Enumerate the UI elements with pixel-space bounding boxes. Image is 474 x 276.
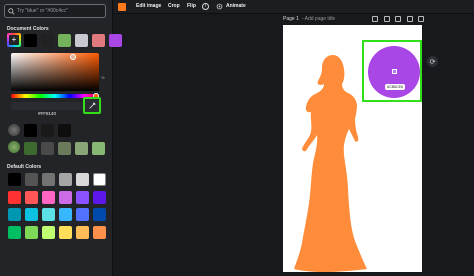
default-color-swatch[interactable]: [8, 190, 21, 204]
add-page-icon[interactable]: [418, 16, 424, 22]
document-color-swatch[interactable]: [75, 34, 88, 47]
saturation-knob[interactable]: [70, 54, 76, 60]
duplicate-page-icon[interactable]: [395, 16, 401, 22]
woman-silhouette-image[interactable]: [293, 53, 368, 273]
animate-icon[interactable]: [216, 3, 223, 10]
photo-thumbnail[interactable]: [8, 124, 20, 136]
default-color-swatch[interactable]: [25, 190, 38, 204]
default-color-swatch[interactable]: [25, 173, 38, 186]
default-colors-title: Default Colors: [7, 164, 42, 170]
add-page-title[interactable]: - Add page title: [302, 16, 335, 22]
refresh-icon[interactable]: ⟳: [427, 56, 438, 67]
default-color-swatch[interactable]: [59, 173, 72, 186]
hide-page-icon[interactable]: [372, 16, 378, 22]
default-color-swatch[interactable]: [76, 225, 89, 239]
eyedropper-target-knob[interactable]: [392, 69, 397, 74]
saturation-brightness-area[interactable]: [11, 53, 99, 91]
document-color-swatch[interactable]: [109, 34, 122, 47]
photo-color-swatch[interactable]: [58, 142, 71, 155]
sampled-color-label: #CB6CE6: [385, 84, 405, 90]
eyedropper-button[interactable]: [83, 97, 101, 114]
delete-page-icon[interactable]: [406, 16, 413, 22]
document-colors-title: Document Colors: [7, 26, 49, 32]
default-color-swatch[interactable]: [42, 173, 55, 186]
selected-element-frame[interactable]: #CB6CE6: [362, 40, 422, 102]
default-color-swatch[interactable]: [42, 190, 55, 204]
default-color-swatch[interactable]: [93, 208, 106, 221]
page-number: Page 1: [283, 16, 299, 22]
default-color-swatch[interactable]: [59, 225, 72, 239]
default-color-swatch[interactable]: [59, 208, 72, 221]
photo-color-swatch[interactable]: [92, 142, 105, 155]
hue-percent-label: %: [101, 75, 105, 80]
info-icon[interactable]: i: [202, 3, 209, 10]
default-color-swatch[interactable]: [93, 190, 106, 204]
plus-icon: +: [9, 35, 19, 45]
color-panel: Document Colors + % Default Colors: [0, 0, 122, 276]
photo-color-swatch[interactable]: [24, 142, 37, 155]
default-color-swatch[interactable]: [8, 173, 21, 186]
flip-button[interactable]: Flip: [187, 3, 196, 9]
color-search-input[interactable]: [17, 6, 105, 16]
edit-image-button[interactable]: Edit image: [136, 3, 161, 9]
photo-color-swatch[interactable]: [24, 124, 37, 137]
animate-button[interactable]: Animate: [226, 3, 246, 9]
default-color-swatch[interactable]: [93, 173, 106, 186]
document-color-swatch[interactable]: [92, 34, 105, 47]
photo-color-swatch[interactable]: [58, 124, 71, 137]
photo-color-swatch[interactable]: [75, 142, 88, 155]
add-color-button[interactable]: +: [7, 33, 21, 47]
document-color-swatch[interactable]: [58, 34, 71, 47]
default-color-swatch[interactable]: [25, 225, 38, 239]
color-search-box[interactable]: [4, 4, 106, 18]
document-color-swatch[interactable]: [41, 34, 54, 47]
default-color-swatch[interactable]: [42, 208, 55, 221]
hex-input[interactable]: [11, 109, 83, 118]
eyedropper-icon: [88, 102, 96, 109]
default-color-swatch[interactable]: [76, 190, 89, 204]
default-color-swatch[interactable]: [76, 208, 89, 221]
lock-page-icon[interactable]: [383, 16, 390, 22]
default-color-swatch[interactable]: [93, 225, 106, 239]
search-icon: [8, 7, 15, 15]
page-actions: [372, 15, 424, 23]
hex-field[interactable]: [11, 102, 83, 118]
crop-button[interactable]: Crop: [168, 3, 180, 9]
photo-color-swatch[interactable]: [41, 124, 54, 137]
document-color-swatch[interactable]: [24, 34, 37, 47]
photo-color-swatch[interactable]: [41, 142, 54, 155]
default-color-swatch[interactable]: [8, 225, 21, 239]
color-swatch-button[interactable]: [118, 3, 126, 11]
default-color-swatch[interactable]: [42, 225, 55, 239]
top-toolbar: Edit image Crop Flip i Animate: [114, 0, 474, 14]
photo-thumbnail-2[interactable]: [8, 141, 20, 153]
default-color-swatch[interactable]: [76, 173, 89, 186]
default-color-swatch[interactable]: [25, 208, 38, 221]
default-color-swatch[interactable]: [59, 190, 72, 204]
default-color-swatch[interactable]: [8, 208, 21, 221]
